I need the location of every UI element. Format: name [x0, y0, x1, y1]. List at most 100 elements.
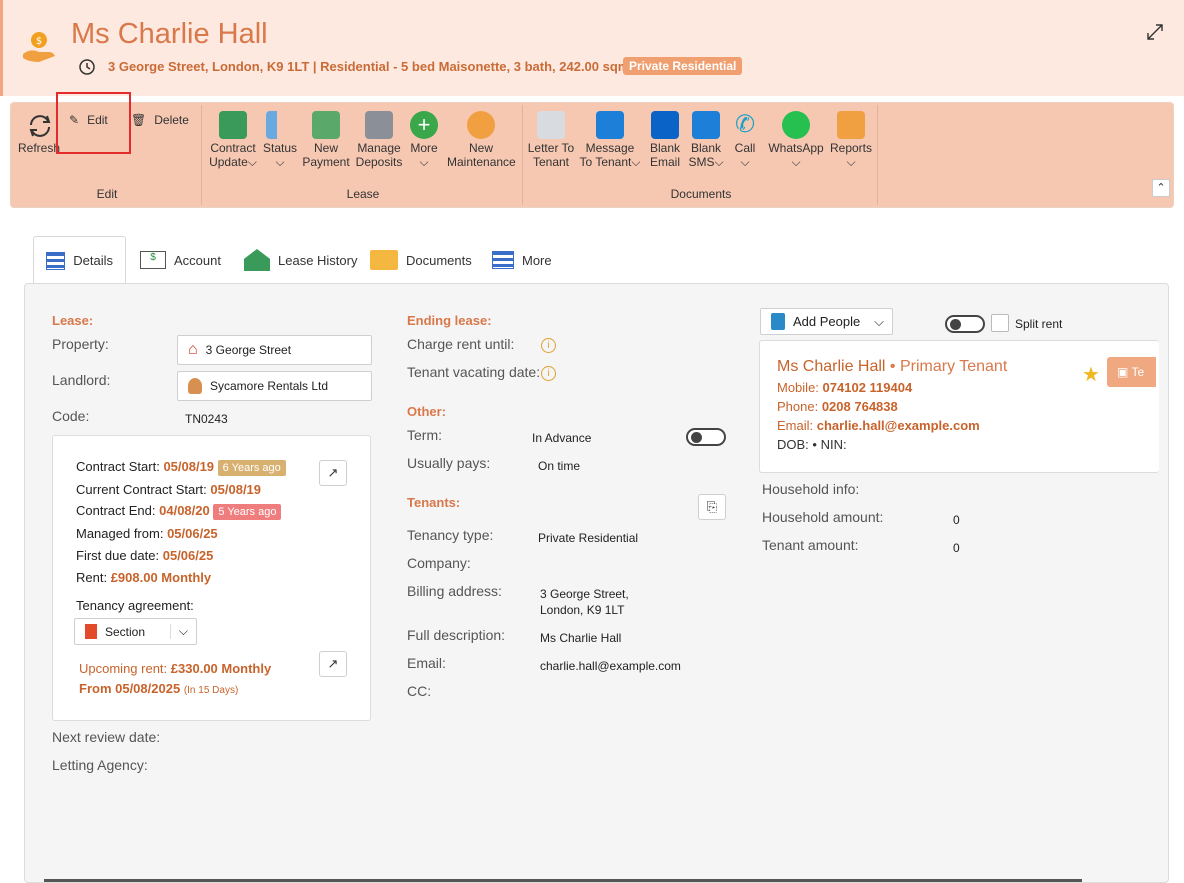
billing-address-label: Billing address: — [407, 583, 502, 599]
horizontal-scrollbar[interactable] — [44, 879, 1082, 882]
delete-button[interactable]: 🗑 Delete — [131, 113, 195, 127]
add-person-icon — [771, 313, 785, 330]
new-payment-button[interactable]: New Payment — [301, 111, 351, 169]
email-value: charlie.hall@example.com — [540, 659, 681, 673]
new-payment-label-1: New — [313, 141, 338, 155]
blank-sms-button[interactable]: Blank SMS⌵ — [685, 111, 727, 169]
code-label: Code: — [52, 408, 90, 424]
tenancy-agreement-dropdown[interactable]: Section ⌵ — [74, 618, 197, 645]
dob-nin-row: DOB: • NIN: — [777, 437, 847, 452]
household-amount-label: Household amount: — [762, 509, 884, 525]
letter-to-tenant-label-1: Letter To — [527, 141, 575, 155]
whatsapp-button[interactable]: WhatsApp ⌵ — [765, 111, 827, 169]
split-rent-toggle[interactable] — [945, 315, 985, 333]
manage-deposits-button[interactable]: Manage Deposits — [353, 111, 405, 169]
message-to-tenant-label-1: Message — [585, 141, 635, 155]
more-button[interactable]: + More ⌵ — [407, 111, 441, 169]
contract-update-button[interactable]: Contract Update⌵ — [205, 111, 261, 169]
group-label-documents: Documents — [670, 187, 732, 201]
term-toggle[interactable] — [686, 428, 726, 446]
delete-label: Delete — [154, 113, 189, 127]
vacating-date-label: Tenant vacating date: — [407, 364, 541, 380]
tenant-email-value[interactable]: charlie.hall@example.com — [817, 418, 980, 433]
mobile-value[interactable]: 074102 119404 — [823, 380, 913, 395]
company-label: Company: — [407, 555, 471, 571]
chevron-down-icon: ⌵ — [631, 155, 641, 169]
full-description-label: Full description: — [407, 627, 506, 643]
expand-icon[interactable] — [1146, 23, 1164, 41]
tab-account[interactable]: $ Account — [128, 236, 233, 284]
tenancy-agreement-value: Section — [105, 624, 146, 639]
blank-email-label-2: Email — [649, 155, 680, 169]
collapse-ribbon-button[interactable]: ⌃ — [1152, 179, 1170, 197]
tab-details[interactable]: Details — [33, 236, 126, 284]
tenant-tag[interactable]: ▣ Te — [1107, 357, 1156, 387]
tenancy-type-label: Tenancy type: — [407, 527, 494, 543]
dob-label: DOB: — [777, 437, 809, 452]
ribbon-separator — [201, 105, 202, 205]
first-due-row: First due date: 05/06/25 — [76, 548, 213, 563]
mobile-row: Mobile: 074102 119404 — [777, 380, 912, 395]
chevron-down-icon: ⌵ — [846, 155, 856, 169]
message-to-tenant-label-2: To Tenant — [579, 155, 632, 169]
contract-update-label-1: Contract — [210, 141, 256, 155]
new-maintenance-button[interactable]: New Maintenance — [447, 111, 516, 169]
blank-email-button[interactable]: Blank Email — [647, 111, 683, 169]
lease-section-title: Lease: — [52, 313, 94, 328]
property-label: Property: — [52, 336, 109, 352]
history-icon[interactable] — [78, 58, 96, 76]
more-label: More — [410, 141, 438, 155]
tab-documents[interactable]: Documents — [358, 236, 484, 284]
group-label-edit: Edit — [96, 187, 118, 201]
managed-from-value: 05/06/25 — [167, 526, 218, 541]
property-field[interactable]: ⌂ 3 George Street — [177, 335, 372, 365]
star-icon[interactable]: ★ — [1082, 362, 1100, 387]
chevron-down-icon: ⌵ — [791, 155, 801, 169]
cc-label: CC: — [407, 683, 432, 699]
blank-email-label-1: Blank — [649, 141, 681, 155]
contract-start-row: Contract Start: 05/08/19 6 Years ago — [76, 459, 286, 476]
flag-icon — [266, 111, 294, 139]
landlord-field[interactable]: Sycamore Rentals Ltd — [177, 371, 372, 401]
maintenance-icon — [467, 111, 495, 139]
folder-icon — [370, 250, 398, 270]
add-people-dropdown[interactable]: Add People ⌵ — [760, 308, 893, 335]
tenant-name-row: Ms Charlie Hall • Primary Tenant — [777, 358, 1007, 376]
status-button[interactable]: Status ⌵ — [261, 111, 299, 169]
split-rent-checkbox[interactable] — [991, 314, 1009, 332]
open-external-button[interactable]: ↗ — [319, 460, 347, 486]
open-external-button[interactable]: ↗ — [319, 651, 347, 677]
new-payment-label-2: Payment — [302, 155, 350, 169]
refresh-label: Refresh — [17, 141, 61, 155]
letter-to-tenant-button[interactable]: Letter To Tenant — [525, 111, 577, 169]
safe-icon — [365, 111, 393, 139]
info-icon[interactable]: i — [541, 366, 556, 381]
phone-value[interactable]: 0208 764838 — [822, 399, 898, 414]
first-due-value: 05/06/25 — [162, 548, 214, 563]
blank-sms-label-2: SMS — [688, 155, 715, 169]
current-contract-label: Current Contract Start: — [76, 482, 207, 497]
manage-deposits-label-1: Manage — [357, 141, 401, 155]
property-value: 3 George Street — [205, 343, 292, 357]
upcoming-rent-value: £330.00 Monthly — [170, 661, 272, 676]
tab-lease-history[interactable]: Lease History — [232, 236, 369, 284]
refresh-button[interactable]: Refresh — [17, 111, 61, 155]
upcoming-rent-label: Upcoming rent: — [79, 661, 168, 676]
call-button[interactable]: ✆ Call ⌵ — [729, 111, 761, 169]
highlight-box — [56, 92, 131, 154]
copy-button[interactable]: ⎘ — [698, 494, 726, 520]
info-icon[interactable]: i — [541, 338, 556, 353]
contract-end-chip: 5 Years ago — [213, 504, 282, 520]
whatsapp-icon — [782, 111, 810, 139]
tab-details-label: Details — [73, 253, 113, 268]
reports-button[interactable]: Reports ⌵ — [827, 111, 875, 169]
chevron-down-icon: ⌵ — [740, 155, 750, 169]
letting-agency-label: Letting Agency: — [52, 757, 148, 773]
tab-more[interactable]: More — [480, 236, 564, 284]
ribbon-separator — [522, 105, 523, 205]
person-icon — [188, 378, 202, 394]
clipboard-icon — [837, 111, 865, 139]
svg-text:$: $ — [36, 36, 42, 47]
landlord-label: Landlord: — [52, 372, 111, 388]
message-to-tenant-button[interactable]: Message To Tenant⌵ — [577, 111, 643, 169]
